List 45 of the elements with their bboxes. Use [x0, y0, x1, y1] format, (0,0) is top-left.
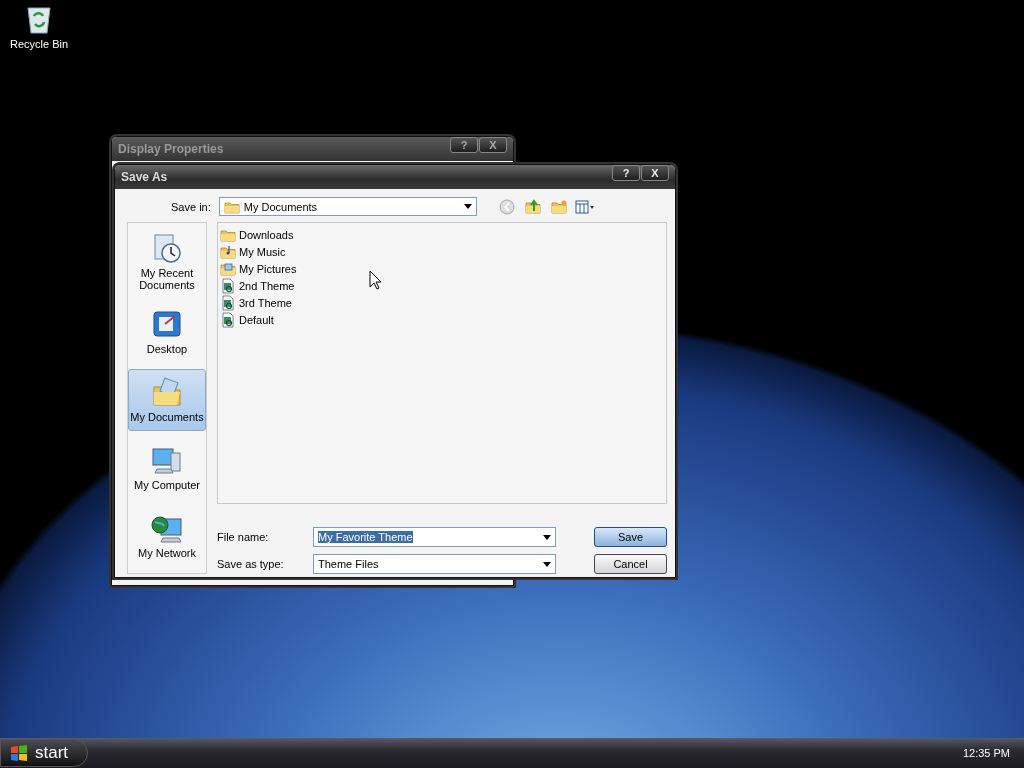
clock: 12:35 PM	[962, 747, 1011, 759]
file-list-item[interactable]: My Music	[220, 243, 286, 260]
dropdown-caret-icon	[463, 204, 472, 209]
save-as-type-dropdown[interactable]: Theme Files	[313, 554, 556, 574]
desktop-icon-label[interactable]: Recycle Bin	[9, 38, 69, 50]
view-menu-button[interactable]	[574, 197, 595, 216]
places-bar-item[interactable]: My Documents	[128, 369, 206, 431]
dropdown-caret-icon	[543, 534, 551, 540]
back-button[interactable]	[496, 197, 517, 216]
clock-document-icon	[151, 233, 183, 265]
documents-folder-icon	[151, 377, 183, 409]
close-button[interactable]: X	[479, 137, 507, 153]
windows-logo-icon	[9, 744, 29, 762]
save-in-dropdown[interactable]: My Documents	[218, 197, 477, 216]
places-bar-item[interactable]: My Computer	[128, 437, 206, 499]
theme-file-icon	[220, 277, 236, 294]
file-list-item[interactable]: Downloads	[220, 226, 294, 243]
file-list-item[interactable]: My Pictures	[220, 260, 297, 277]
network-computer-icon	[151, 513, 183, 545]
save-as-type-label: Save as type:	[217, 558, 285, 570]
window-title: Save As	[121, 170, 168, 184]
pictures-folder-icon	[220, 260, 236, 277]
save-button[interactable]: Save	[594, 527, 667, 547]
file-list-item[interactable]: Default	[220, 311, 274, 328]
help-button[interactable]: ?	[450, 137, 478, 153]
cancel-button[interactable]: Cancel	[594, 554, 667, 574]
save-in-label: Save in:	[171, 200, 211, 213]
places-bar-item[interactable]: My Network	[128, 505, 206, 567]
music-folder-icon	[220, 243, 236, 260]
file-list-item[interactable]: 3rd Theme	[220, 294, 292, 311]
theme-file-icon	[220, 311, 236, 328]
help-button[interactable]: ?	[612, 165, 640, 181]
close-button[interactable]: X	[641, 165, 669, 181]
start-button[interactable]: start	[0, 739, 88, 767]
places-bar-item[interactable]: My Recent Documents	[128, 229, 206, 295]
up-folder-button[interactable]	[522, 197, 543, 216]
file-name-label: File name:	[217, 531, 270, 543]
computer-icon	[151, 445, 183, 477]
file-name-field[interactable]: My Favorite Theme	[313, 527, 556, 547]
places-bar-item[interactable]: Desktop	[128, 301, 206, 363]
dropdown-caret-icon	[543, 561, 551, 567]
theme-file-icon	[220, 294, 236, 311]
mouse-pointer-icon	[369, 270, 382, 290]
window-title: Display Properties	[118, 142, 224, 156]
file-list-item[interactable]: 2nd Theme	[220, 277, 295, 294]
